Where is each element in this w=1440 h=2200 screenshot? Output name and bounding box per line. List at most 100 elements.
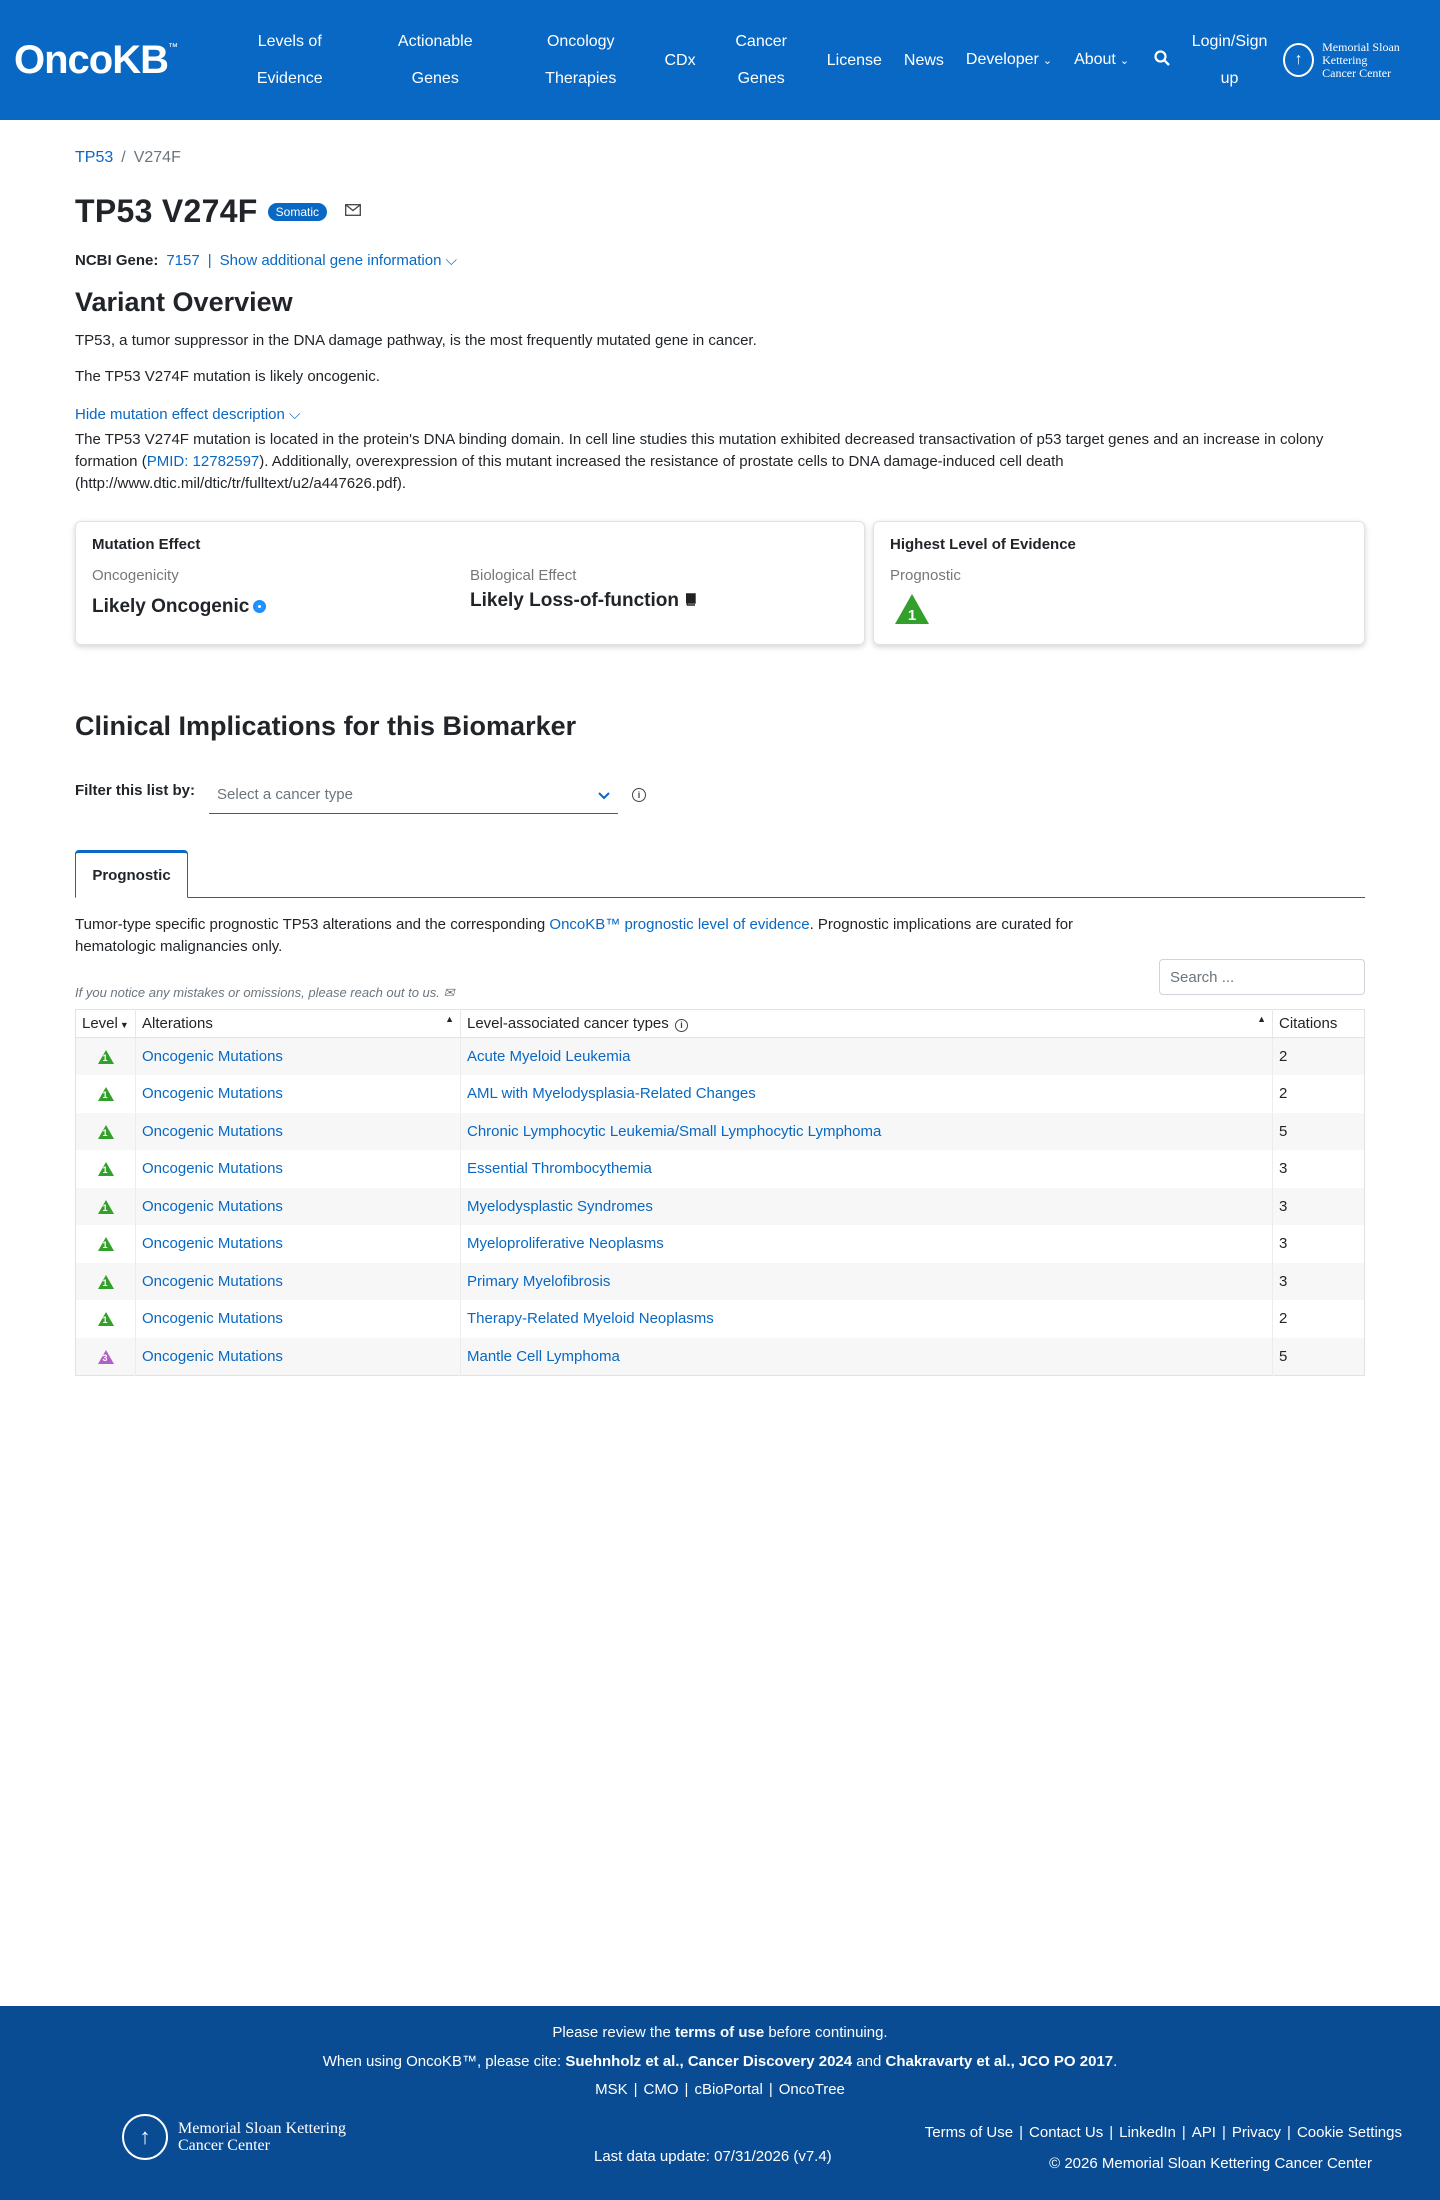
footer-link-linkedin[interactable]: LinkedIn [1119, 2124, 1176, 2141]
citations-cell[interactable]: 2 [1273, 1075, 1365, 1113]
tab-prognostic[interactable]: Prognostic [75, 850, 188, 898]
header-label: Alterations [142, 1015, 213, 1032]
separator: | [768, 2081, 773, 2098]
header-alterations[interactable]: Alterations ▲ [135, 1009, 461, 1038]
nav-label: Actionable [397, 33, 473, 50]
header-citations[interactable]: Citations [1272, 1009, 1365, 1038]
alteration-link[interactable]: Oncogenic Mutations [142, 1235, 283, 1252]
footer-text: When using OncoKB™, please cite: [322, 2053, 566, 2070]
header-cancer-types[interactable]: Level-associated cancer types i ▲ [460, 1009, 1273, 1038]
footer-terms-line: Please review the terms of use before co… [0, 2024, 1440, 2041]
nav-cdx[interactable]: CDx [654, 42, 707, 79]
citations-cell[interactable]: 3 [1273, 1225, 1365, 1263]
cancer-type-link[interactable]: Therapy-Related Myeloid Neoplasms [467, 1310, 714, 1327]
pmid-link[interactable]: PMID: 12782597 [147, 453, 260, 470]
citations-cell[interactable]: 2 [1272, 1037, 1365, 1075]
cancer-type-link[interactable]: Acute Myeloid Leukemia [467, 1048, 630, 1065]
cancer-type-link[interactable]: Primary Myelofibrosis [467, 1273, 610, 1290]
alteration-link[interactable]: Oncogenic Mutations [142, 1160, 283, 1177]
nav-actionable-genes[interactable]: Actionable Genes [363, 23, 509, 97]
header-level[interactable]: Level ▼ [75, 1009, 136, 1038]
breadcrumb: TP53 / V274F [75, 149, 1365, 167]
cancer-type-cell: Therapy-Related Myeloid Neoplasms [460, 1300, 1273, 1338]
table-search-input[interactable]: Search ... [1159, 959, 1365, 995]
cancer-type-link[interactable]: AML with Myelodysplasia-Related Changes [467, 1085, 756, 1102]
alteration-link[interactable]: Oncogenic Mutations [142, 1348, 283, 1365]
level-1-icon: 1 [97, 1087, 114, 1102]
footer-link-cbioportal[interactable]: cBioPortal [694, 2081, 762, 2098]
footer-link-privacy[interactable]: Privacy [1232, 2124, 1281, 2141]
sort-up-icon: ▲ [445, 1014, 454, 1024]
prognostic-level-link[interactable]: OncoKB™ prognostic level of evidence [549, 916, 809, 933]
alteration-link[interactable]: Oncogenic Mutations [142, 1198, 283, 1215]
msk-line: Memorial Sloan Kettering [1322, 39, 1400, 67]
show-gene-info-link[interactable]: Show additional gene information ⌵ [220, 252, 457, 269]
card-title: Mutation Effect [92, 536, 201, 553]
nav-label: Levels of [257, 33, 322, 50]
envelope-icon[interactable] [345, 203, 361, 221]
alteration-link[interactable]: Oncogenic Mutations [142, 1273, 283, 1290]
level-cell: 1 [75, 1300, 136, 1338]
biological-effect-col: Biological Effect Likely Loss-of-functio… [470, 567, 848, 618]
alteration-link[interactable]: Oncogenic Mutations [142, 1048, 283, 1065]
biological-effect-text: Likely Loss-of-function [470, 590, 679, 611]
cancer-type-link[interactable]: Chronic Lymphocytic Leukemia/Small Lymph… [467, 1123, 881, 1140]
citations-cell[interactable]: 5 [1272, 1112, 1365, 1150]
citations-cell[interactable]: 3 [1273, 1150, 1365, 1188]
level-number: 1 [908, 607, 916, 624]
nav-label: Developer [965, 50, 1039, 68]
level-number: 1 [102, 1240, 108, 1251]
oncokb-logo[interactable]: OncoKB ™ [14, 37, 178, 83]
summary-cards: Mutation Effect Oncogenicity Likely Onco… [75, 521, 1365, 645]
cancer-type-link[interactable]: Mantle Cell Lymphoma [467, 1348, 620, 1365]
footer-link-oncotree[interactable]: OncoTree [779, 2081, 845, 2098]
cancer-type-link[interactable]: Essential Thrombocythemia [467, 1160, 652, 1177]
logo-text: OncoKB [14, 37, 169, 82]
footer-msk-logo[interactable]: ↑ Memorial Sloan Kettering Cancer Center [122, 2114, 346, 2160]
citation-link[interactable]: Chakravarty et al., JCO PO 2017 [886, 2053, 1114, 2070]
nav-login-signup[interactable]: Login/Sign up [1184, 23, 1275, 97]
select-placeholder: Select a cancer type [217, 786, 353, 803]
citations-cell[interactable]: 2 [1273, 1300, 1365, 1338]
nav-license[interactable]: License [816, 42, 893, 79]
footer-link-api[interactable]: API [1192, 2124, 1216, 2141]
nav-news[interactable]: News [893, 42, 955, 79]
cancer-type-select[interactable]: Select a cancer type [209, 776, 619, 814]
book-icon[interactable] [684, 593, 697, 609]
ncbi-gene-link[interactable]: 7157 [166, 252, 199, 269]
terms-of-use-link[interactable]: terms of use [675, 2024, 764, 2041]
cancer-type-link[interactable]: Myelodysplastic Syndromes [467, 1198, 653, 1215]
msk-logo[interactable]: ↑ Memorial Sloan Kettering Cancer Center [1283, 39, 1436, 80]
citations-cell[interactable]: 5 [1272, 1337, 1365, 1375]
citations-cell[interactable]: 3 [1272, 1262, 1365, 1300]
footer-link-contact[interactable]: Contact Us [1029, 2124, 1103, 2141]
cancer-type-cell: Myelodysplastic Syndromes [460, 1187, 1273, 1225]
alteration-link[interactable]: Oncogenic Mutations [142, 1310, 283, 1327]
variant-overview-title: Variant Overview [75, 287, 293, 317]
citation-link[interactable]: Suehnholz et al., Cancer Discovery 2024 [565, 2053, 852, 2070]
nav-oncology-therapies[interactable]: Oncology Therapies [508, 23, 654, 97]
nav-label: Therapies [545, 70, 617, 87]
footer-link-cmo[interactable]: CMO [644, 2081, 679, 2098]
cancer-type-link[interactable]: Myeloproliferative Neoplasms [467, 1235, 664, 1252]
nav-about[interactable]: About ⌄ [1063, 41, 1140, 80]
footer-link-msk[interactable]: MSK [595, 2081, 628, 2098]
footer-link-terms[interactable]: Terms of Use [925, 2124, 1013, 2141]
nav-cancer-genes[interactable]: Cancer Genes [707, 23, 816, 97]
level-cell: 3 [75, 1337, 136, 1375]
envelope-icon[interactable]: ✉ [444, 985, 455, 1000]
hide-mutation-effect-link[interactable]: Hide mutation effect description ⌵ [75, 406, 1365, 423]
msk-line: Memorial Sloan Kettering [178, 2120, 346, 2137]
alteration-cell: Oncogenic Mutations [135, 1262, 461, 1300]
breadcrumb-gene-link[interactable]: TP53 [75, 149, 113, 166]
info-icon[interactable]: i [632, 788, 647, 802]
citations-cell[interactable]: 3 [1272, 1187, 1365, 1225]
alteration-link[interactable]: Oncogenic Mutations [142, 1123, 283, 1140]
alteration-link[interactable]: Oncogenic Mutations [142, 1085, 283, 1102]
info-icon[interactable]: i [674, 1018, 688, 1032]
nav-levels-of-evidence[interactable]: Levels of Evidence [217, 23, 363, 97]
search-icon[interactable] [1140, 49, 1184, 71]
oncogenicity-text: Likely Oncogenic [92, 596, 250, 617]
nav-developer[interactable]: Developer ⌄ [955, 41, 1063, 80]
footer-link-cookie-settings[interactable]: Cookie Settings [1297, 2124, 1402, 2141]
